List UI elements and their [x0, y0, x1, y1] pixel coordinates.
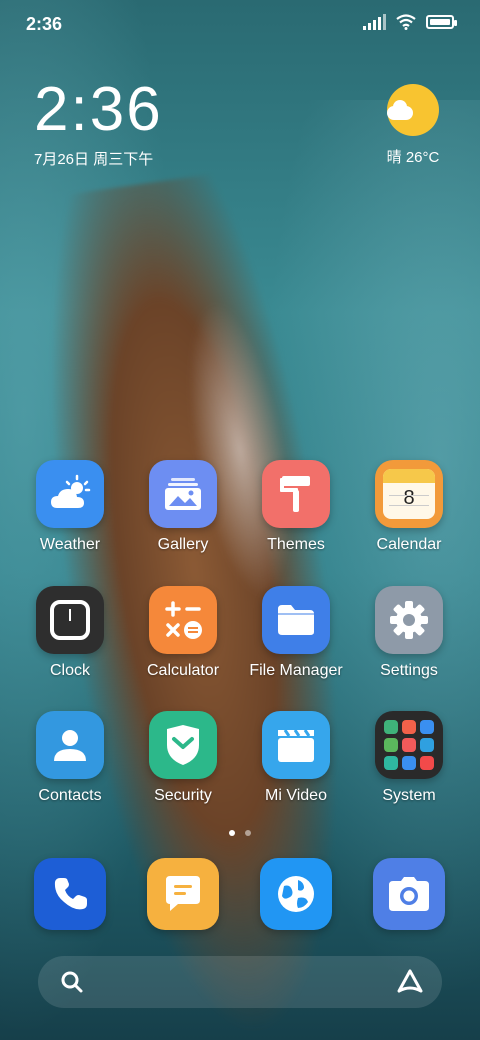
- folder-grid-icon: [375, 711, 443, 779]
- app-label: Gallery: [157, 536, 209, 553]
- app-label: Contacts: [38, 787, 102, 804]
- app-mi-video[interactable]: Mi Video: [246, 711, 346, 805]
- video-icon: [262, 711, 330, 779]
- calendar-day: 8: [403, 487, 415, 509]
- dock-phone[interactable]: [34, 858, 106, 930]
- clock-widget-date: 7月26日 周三下午: [34, 151, 154, 168]
- app-weather[interactable]: Weather: [20, 460, 120, 554]
- app-calendar[interactable]: 8 Calendar: [359, 460, 459, 554]
- clock-widget-time: 2:36: [34, 75, 163, 144]
- assistant-icon[interactable]: [396, 968, 424, 996]
- app-settings[interactable]: Settings: [359, 586, 459, 680]
- battery-icon: [426, 15, 457, 29]
- page-indicator: [0, 830, 480, 836]
- app-label: Themes: [267, 536, 325, 553]
- gallery-icon: [149, 460, 217, 528]
- app-label: Settings: [380, 662, 438, 679]
- app-contacts[interactable]: Contacts: [20, 711, 120, 805]
- phone-icon: [34, 858, 106, 930]
- app-label: Clock: [49, 662, 90, 679]
- status-time: 2:36: [26, 14, 63, 34]
- wifi-icon: [396, 14, 416, 30]
- weather-text: 晴 26°C: [386, 149, 440, 166]
- dock-camera[interactable]: [373, 858, 445, 930]
- app-label: System: [382, 787, 436, 804]
- message-icon: [147, 858, 219, 930]
- shield-icon: [149, 711, 217, 779]
- search-bar[interactable]: [38, 956, 442, 1008]
- app-system-folder[interactable]: System: [359, 711, 459, 805]
- status-bar: 2:36: [0, 0, 480, 50]
- globe-icon: [260, 858, 332, 930]
- dock-messages[interactable]: [147, 858, 219, 930]
- app-label: Calculator: [146, 662, 220, 679]
- themes-icon: [262, 460, 330, 528]
- calculator-icon: [149, 586, 217, 654]
- status-icons: [363, 14, 457, 30]
- app-label: Calendar: [376, 536, 442, 553]
- app-security[interactable]: Security: [133, 711, 233, 805]
- clock-icon: [36, 586, 104, 654]
- app-calculator[interactable]: Calculator: [133, 586, 233, 680]
- camera-icon: [373, 858, 445, 930]
- folder-icon: [262, 586, 330, 654]
- app-gallery[interactable]: Gallery: [133, 460, 233, 554]
- dock-browser[interactable]: [260, 858, 332, 930]
- sun-icon: [387, 84, 439, 136]
- weather-widget[interactable]: 晴 26°C: [378, 84, 448, 167]
- page-dot: [245, 830, 251, 836]
- page-dot-active: [229, 830, 235, 836]
- calendar-icon: 8: [375, 460, 443, 528]
- cloud-icon: [387, 100, 413, 120]
- app-label: Weather: [39, 536, 101, 553]
- app-label: Mi Video: [265, 787, 327, 804]
- app-file-manager[interactable]: File Manager: [246, 586, 346, 680]
- contacts-icon: [36, 711, 104, 779]
- app-label: File Manager: [249, 662, 343, 679]
- app-label: Security: [154, 787, 212, 804]
- signal-icon: [363, 14, 386, 30]
- clock-widget[interactable]: 2:36 7月26日 周三下午: [34, 78, 163, 169]
- app-clock[interactable]: Clock: [20, 586, 120, 680]
- app-themes[interactable]: Themes: [246, 460, 346, 554]
- weather-icon: [36, 460, 104, 528]
- gear-icon: [375, 586, 443, 654]
- search-icon: [61, 971, 83, 993]
